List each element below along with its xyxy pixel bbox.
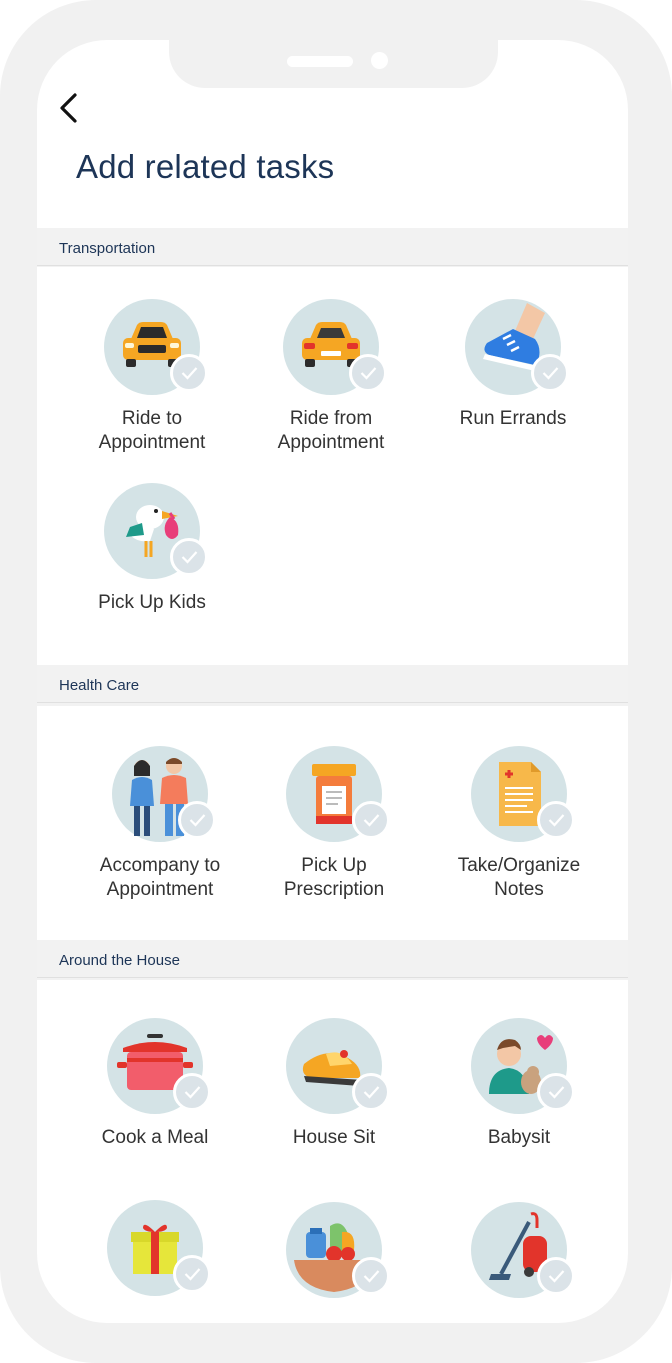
task-label: Ride from Appointment — [277, 408, 385, 453]
task-accompany-to-appointment[interactable]: Accompany to Appointment — [70, 746, 250, 902]
phone-notch — [169, 40, 498, 88]
front-camera — [371, 52, 388, 69]
checkmark-icon — [189, 814, 206, 827]
checkmark-icon — [181, 551, 198, 564]
task-label: Pick Up Kids — [98, 592, 206, 613]
checkmark-icon — [181, 367, 198, 380]
task-icon-circle — [107, 1200, 211, 1296]
task-icon-circle — [283, 299, 387, 395]
select-checkmark[interactable] — [173, 1255, 211, 1293]
section-title: Around the House — [59, 952, 180, 969]
task-house-sit[interactable]: House Sit — [244, 1018, 424, 1150]
select-checkmark[interactable] — [173, 1073, 211, 1111]
task-ride-to-appointment[interactable]: Ride to Appointment — [62, 299, 242, 455]
task-cook-a-meal[interactable]: Cook a Meal — [65, 1018, 245, 1150]
back-button[interactable] — [55, 90, 85, 126]
checkmark-icon — [363, 814, 380, 827]
task-icon-circle — [286, 1202, 390, 1298]
section-header-transportation: Transportation — [37, 228, 628, 266]
select-checkmark[interactable] — [349, 354, 387, 392]
checkmark-icon — [360, 367, 377, 380]
task-ride-from-appointment[interactable]: Ride from Appointment — [241, 299, 421, 455]
task-label: Cook a Meal — [101, 1127, 209, 1148]
task-run-errands[interactable]: Run Errands — [423, 299, 603, 431]
task-clean[interactable] — [429, 1202, 609, 1310]
speaker-grille — [287, 56, 353, 67]
select-checkmark[interactable] — [531, 354, 569, 392]
select-checkmark[interactable] — [537, 801, 575, 839]
section-title: Health Care — [59, 677, 140, 694]
task-pick-up-kids[interactable]: Pick Up Kids — [62, 483, 242, 615]
checkmark-icon — [363, 1086, 380, 1099]
chevron-left-icon — [60, 93, 77, 123]
task-gift[interactable] — [65, 1200, 245, 1308]
section-header-health-care: Health Care — [37, 665, 628, 703]
select-checkmark[interactable] — [178, 801, 216, 839]
task-icon-circle — [107, 1018, 211, 1114]
task-label: Take/Organize Notes — [457, 855, 581, 900]
task-icon-circle — [471, 1018, 575, 1114]
task-icon-circle — [471, 1202, 575, 1298]
checkmark-icon — [542, 367, 559, 380]
task-label: Run Errands — [459, 408, 567, 429]
task-label: House Sit — [292, 1127, 376, 1148]
task-icon-circle — [465, 299, 569, 395]
task-label: Accompany to Appointment — [99, 855, 221, 900]
checkmark-icon — [363, 1270, 380, 1283]
task-icon-circle — [104, 483, 208, 579]
section-title: Transportation — [59, 240, 156, 257]
checkmark-icon — [184, 1268, 201, 1281]
select-checkmark[interactable] — [352, 1257, 390, 1295]
checkmark-icon — [548, 1270, 565, 1283]
task-icon-circle — [286, 746, 390, 842]
task-take-organize-notes[interactable]: Take/Organize Notes — [429, 746, 609, 902]
task-label: Babysit — [487, 1127, 551, 1148]
task-babysit[interactable]: Babysit — [429, 1018, 609, 1150]
select-checkmark[interactable] — [170, 538, 208, 576]
task-pick-up-prescription[interactable]: Pick Up Prescription — [244, 746, 424, 902]
section-transportation: Ride to Appointment Ride from Appointmen… — [37, 267, 628, 665]
task-icon-circle — [112, 746, 216, 842]
task-icon-circle — [286, 1018, 390, 1114]
select-checkmark[interactable] — [537, 1257, 575, 1295]
task-icon-circle — [471, 746, 575, 842]
section-health-care: Accompany to Appointment Pick Up Prescri… — [37, 706, 628, 940]
section-around-the-house: Cook a Meal House Sit Babysit — [37, 980, 628, 1323]
app-screen: Add related tasks Transportation Ride to… — [37, 40, 628, 1323]
checkmark-icon — [548, 1086, 565, 1099]
task-groceries[interactable] — [244, 1202, 424, 1310]
task-label: Ride to Appointment — [98, 408, 206, 453]
select-checkmark[interactable] — [352, 1073, 390, 1111]
checkmark-icon — [184, 1086, 201, 1099]
page-title: Add related tasks — [76, 148, 335, 185]
select-checkmark[interactable] — [537, 1073, 575, 1111]
checkmark-icon — [548, 814, 565, 827]
select-checkmark[interactable] — [352, 801, 390, 839]
task-icon-circle — [104, 299, 208, 395]
task-label: Pick Up Prescription — [283, 855, 385, 900]
section-header-around-the-house: Around the House — [37, 940, 628, 978]
select-checkmark[interactable] — [170, 354, 208, 392]
